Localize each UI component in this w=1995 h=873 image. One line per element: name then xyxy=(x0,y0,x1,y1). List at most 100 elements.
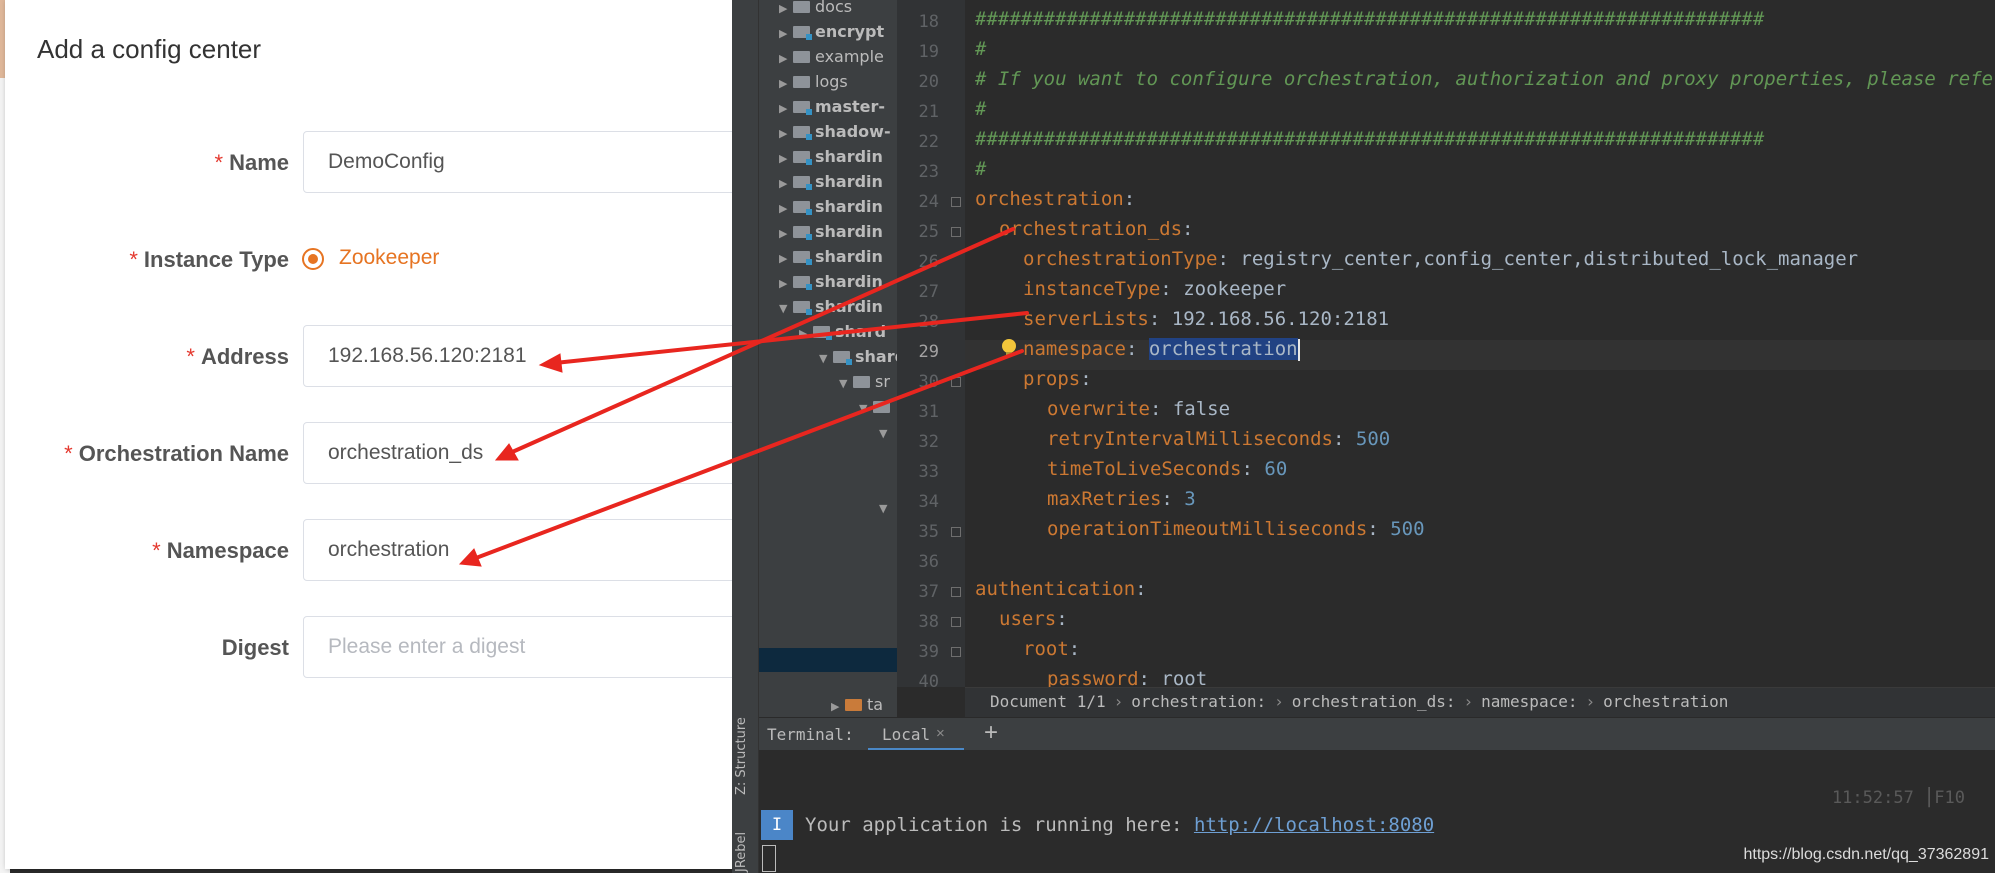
line-number: 30 xyxy=(918,372,939,392)
tree-item[interactable]: ▼ shardin xyxy=(779,297,883,322)
lightbulb-icon[interactable] xyxy=(1002,339,1016,356)
folder-icon xyxy=(793,51,810,63)
tree-item[interactable]: ▶ encrypt xyxy=(779,22,884,47)
line-number: 35 xyxy=(918,522,939,542)
code-line: # xyxy=(975,38,987,60)
terminal-timestamp: 11:52:57 ⎮F10 xyxy=(1831,788,1965,808)
code-line: ########################################… xyxy=(975,8,1765,30)
tree-item[interactable]: ▶ logs xyxy=(779,72,848,97)
breadcrumb-separator: › xyxy=(1274,692,1284,711)
zookeeper-radio[interactable] xyxy=(302,248,324,270)
tree-item[interactable]: ▶ shardin xyxy=(779,272,883,297)
tree-item[interactable]: ▼ xyxy=(879,422,893,447)
breadcrumb-item[interactable]: orchestration xyxy=(1603,692,1728,711)
fold-marker-icon[interactable] xyxy=(951,587,961,597)
line-number: 23 xyxy=(918,162,939,182)
breadcrumb-item[interactable]: orchestration: xyxy=(1131,692,1266,711)
fold-marker-icon[interactable] xyxy=(951,377,961,387)
zookeeper-radio-label[interactable]: Zookeeper xyxy=(339,246,439,270)
tree-item[interactable]: ▶ example xyxy=(779,47,884,72)
fold-marker-icon[interactable] xyxy=(951,527,961,537)
line-number: 28 xyxy=(918,312,939,332)
tree-item[interactable]: ▶ shardin xyxy=(779,222,883,247)
editor-breadcrumb: Document 1/1 › orchestration: › orchestratio… xyxy=(965,687,1995,717)
namespace-row: * Namespace orchestration xyxy=(5,519,763,581)
address-input[interactable]: 192.168.56.120:2181 xyxy=(303,325,763,387)
tree-selected-row[interactable] xyxy=(759,648,897,672)
fold-marker-icon[interactable] xyxy=(951,617,961,627)
tree-item[interactable]: ▶ shardin xyxy=(779,247,883,272)
code-line: password: root xyxy=(1047,668,1208,687)
module-folder-icon xyxy=(793,176,812,190)
line-number: 40 xyxy=(918,672,939,692)
line-number: 31 xyxy=(918,402,939,422)
tree-item[interactable]: ▶ shardin xyxy=(779,197,883,222)
structure-tool-tab[interactable]: Z: Structure xyxy=(734,717,749,795)
collapse-arrow-icon: ▼ xyxy=(879,427,888,440)
required-mark: * xyxy=(186,344,195,369)
line-number: 19 xyxy=(918,42,939,62)
localhost-link[interactable]: http://localhost:8080 xyxy=(1194,814,1434,836)
breadcrumb-item[interactable]: orchestration_ds: xyxy=(1292,692,1456,711)
module-folder-icon xyxy=(793,226,812,240)
tree-item[interactable]: ▼ sr xyxy=(839,372,890,397)
folder-icon xyxy=(793,76,810,88)
breadcrumb-item[interactable]: Document 1/1 xyxy=(990,692,1106,711)
expand-arrow-icon: ▶ xyxy=(779,227,788,240)
tree-item[interactable]: ▶ shadow- xyxy=(779,122,891,147)
code-line: # xyxy=(975,158,987,180)
expand-arrow-icon: ▶ xyxy=(779,152,788,165)
code-line: timeToLiveSeconds: 60 xyxy=(1047,458,1288,480)
collapse-arrow-icon: ▼ xyxy=(859,402,868,415)
breadcrumb-item[interactable]: namespace: xyxy=(1481,692,1577,711)
code-line: retryIntervalMilliseconds: 500 xyxy=(1047,428,1391,450)
folder-icon xyxy=(845,699,862,711)
add-terminal-icon[interactable]: + xyxy=(984,719,998,747)
module-folder-icon xyxy=(793,276,812,290)
expand-arrow-icon: ▶ xyxy=(779,52,788,65)
tree-item[interactable]: ▶ shardin xyxy=(779,172,883,197)
code-line: maxRetries: 3 xyxy=(1047,488,1196,510)
collapse-arrow-icon: ▼ xyxy=(819,352,828,365)
tree-item[interactable]: ▶ shard xyxy=(799,322,886,347)
folder-icon xyxy=(853,376,870,388)
dialog-title: Add a config center xyxy=(37,34,262,64)
line-number: 37 xyxy=(918,582,939,602)
line-number: 29 xyxy=(918,342,939,362)
fold-marker-icon[interactable] xyxy=(951,647,961,657)
tree-item[interactable]: ▶ docs xyxy=(779,0,852,22)
expand-arrow-icon: ▶ xyxy=(799,327,808,340)
terminal-tab-local[interactable]: Local × xyxy=(868,718,964,751)
fold-marker-icon[interactable] xyxy=(951,197,961,207)
code-line: serverLists: 192.168.56.120:2181 xyxy=(1023,308,1390,330)
name-row: * Name DemoConfig xyxy=(5,131,763,193)
code-line: orchestrationType: registry_center,confi… xyxy=(1023,248,1859,270)
tree-item[interactable]: ▶ master- xyxy=(779,97,885,122)
code-line: ########################################… xyxy=(975,128,1765,150)
orchestration-name-input[interactable]: orchestration_ds xyxy=(303,422,763,484)
line-number: 39 xyxy=(918,642,939,662)
name-input[interactable]: DemoConfig xyxy=(303,131,763,193)
tree-item[interactable]: ▼ xyxy=(879,497,893,522)
line-number: 26 xyxy=(918,252,939,272)
close-icon[interactable]: × xyxy=(936,725,945,742)
terminal-output[interactable]: 11:52:57 ⎮F10 I Your application is runn… xyxy=(759,750,1995,873)
module-folder-icon xyxy=(793,26,812,40)
tree-item[interactable]: ▼shard xyxy=(819,347,897,372)
expand-arrow-icon: ▶ xyxy=(779,102,788,115)
line-number: 32 xyxy=(918,432,939,452)
collapse-arrow-icon: ▼ xyxy=(879,502,888,515)
folder-icon xyxy=(793,1,810,13)
code-editor[interactable]: ########################################… xyxy=(965,0,1995,687)
code-line: # xyxy=(975,98,987,120)
expand-arrow-icon: ▶ xyxy=(779,177,788,190)
fold-marker-icon[interactable] xyxy=(951,227,961,237)
code-line: namespace: orchestration xyxy=(1023,338,1300,361)
editor-gutter: 18 19 20 21 22 23 24 25 26 27 28 29 30 3… xyxy=(897,0,965,692)
digest-input[interactable]: Please enter a digest xyxy=(303,616,763,678)
namespace-input[interactable]: orchestration xyxy=(303,519,763,581)
jrebel-tool-tab[interactable]: JRebel xyxy=(734,832,749,872)
tree-item[interactable]: ▼ xyxy=(859,397,895,422)
info-icon: I xyxy=(761,810,793,840)
tree-item[interactable]: ▶ shardin xyxy=(779,147,883,172)
